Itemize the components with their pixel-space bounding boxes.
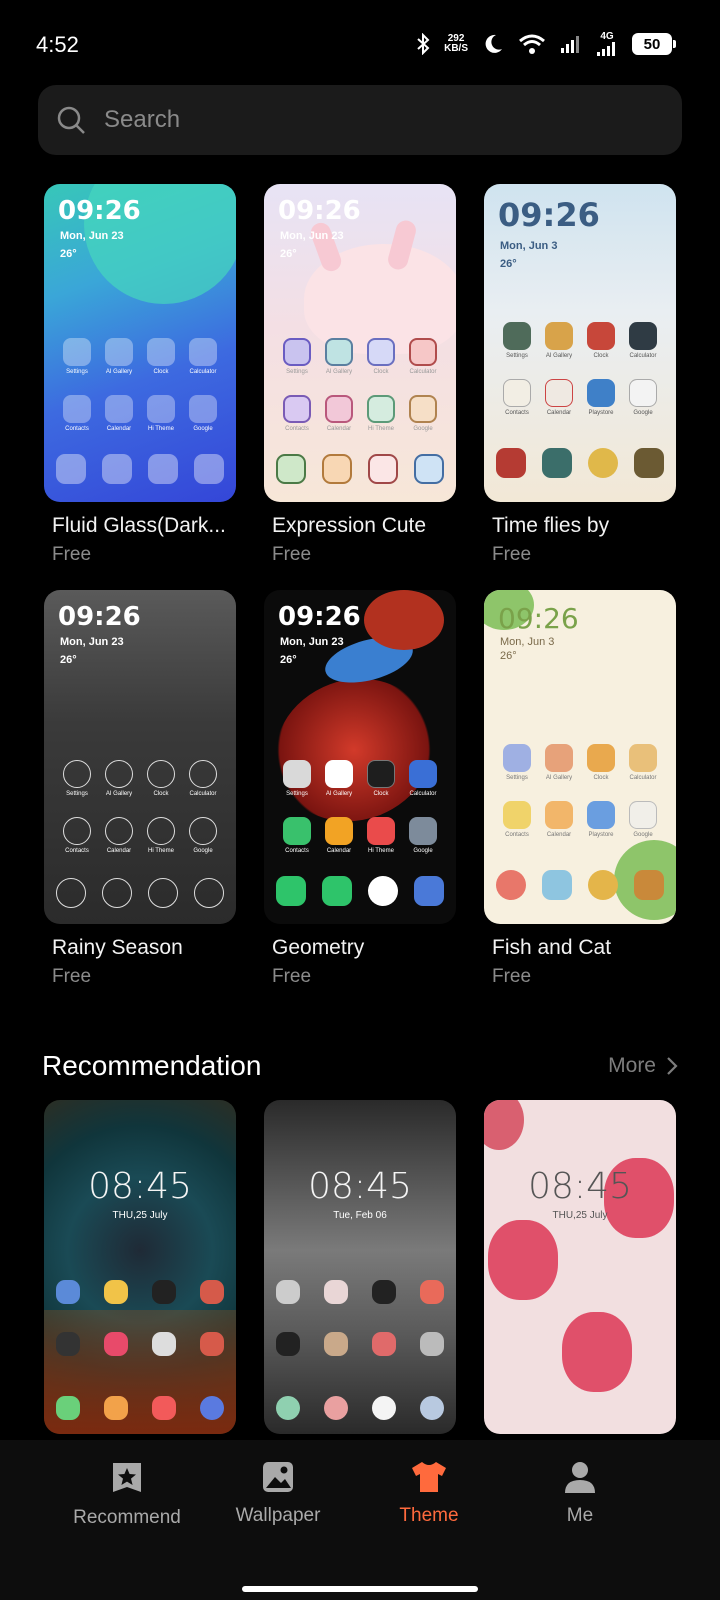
theme-name: Rainy Season — [52, 936, 183, 959]
recommended-theme-card[interactable]: 08:45 THU,25 July — [44, 1100, 236, 1434]
more-link[interactable]: More — [608, 1054, 678, 1078]
net-speed: 292 KB/S — [444, 33, 468, 54]
theme-card-rainy-season[interactable]: 09:26 Mon, Jun 23 26° Settings AI Galler… — [44, 590, 236, 988]
signal-4g-icon — [597, 42, 615, 56]
person-icon — [565, 1462, 595, 1493]
theme-name: Fluid Glass(Dark... — [52, 514, 226, 537]
recommended-theme-card[interactable]: 08:45 Tue, Feb 06 — [264, 1100, 456, 1434]
theme-card-fluid-glass[interactable]: 09:26 Mon, Jun 23 26° Settings AI Galler… — [44, 184, 236, 566]
recommendation-title: Recommendation — [42, 1050, 262, 1081]
app-grid: Settings AI Gallery Clock Calculator Con… — [276, 760, 444, 854]
theme-price: Free — [52, 966, 92, 987]
wifi-icon — [519, 34, 545, 54]
theme-thumbnail[interactable]: 09:26 Mon, Jun 23 26° Settings AI Galler… — [44, 590, 236, 924]
theme-name: Geometry — [272, 936, 365, 959]
star-badge-icon — [113, 1463, 141, 1492]
nav-recommend[interactable]: Recommend — [52, 1460, 202, 1529]
theme-thumbnail[interactable]: 08:45 THU,25 July — [44, 1100, 236, 1434]
image-icon — [263, 1462, 293, 1492]
theme-card-geometry[interactable]: 09:26 Mon, Jun 23 26° Settings AI Galler… — [264, 590, 456, 988]
recommendation-header: Recommendation More — [42, 1050, 678, 1090]
recommended-theme-card[interactable]: 08:45 THU,25 July — [484, 1100, 676, 1434]
theme-name: Expression Cute — [272, 514, 427, 537]
status-icons: 292 KB/S 4G 50 — [416, 32, 676, 56]
moon-icon — [485, 34, 502, 53]
tshirt-icon — [412, 1462, 446, 1492]
app-grid: Settings AI Gallery Clock Calculator Con… — [56, 338, 224, 432]
signal-4g: 4G — [596, 32, 618, 56]
theme-thumbnail[interactable]: 09:26 Mon, Jun 23 26° Settings AI Galler… — [264, 184, 456, 502]
recommendation-grid: 08:45 THU,25 July 08:45 Tue, Feb 06 08:4… — [44, 1100, 676, 1434]
app-grid: Settings AI Gallery Clock Calculator Con… — [276, 338, 444, 432]
theme-price: Free — [492, 966, 532, 987]
dock — [496, 870, 664, 900]
theme-thumbnail[interactable]: 09:26 Mon, Jun 23 26° Settings AI Galler… — [44, 184, 236, 502]
theme-price: Free — [52, 544, 92, 565]
search-bar[interactable]: Search — [38, 85, 682, 155]
theme-name: Fish and Cat — [492, 936, 612, 959]
search-icon — [57, 106, 85, 134]
theme-name: Time flies by — [492, 514, 610, 537]
dock — [56, 454, 224, 484]
theme-thumbnail[interactable]: 09:26 Mon, Jun 23 26° Settings AI Galler… — [264, 590, 456, 924]
theme-card-fish-and-cat[interactable]: 09:26 Mon, Jun 3 26° Settings AI Gallery… — [484, 590, 676, 988]
chevron-right-icon — [667, 1057, 678, 1075]
theme-grid-row-2: 09:26 Mon, Jun 23 26° Settings AI Galler… — [44, 590, 676, 988]
theme-grid-row-1: 09:26 Mon, Jun 23 26° Settings AI Galler… — [44, 184, 676, 566]
bottom-nav: Recommend Wallpaper Theme Me — [0, 1440, 720, 1600]
home-indicator[interactable] — [242, 1586, 478, 1592]
search-placeholder: Search — [104, 106, 181, 133]
theme-thumbnail[interactable]: 08:45 Tue, Feb 06 — [264, 1100, 456, 1434]
dock — [276, 876, 444, 906]
theme-price: Free — [492, 544, 532, 565]
theme-card-time-flies-by[interactable]: 09:26 Mon, Jun 3 26° Settings AI Gallery… — [484, 184, 676, 566]
dock — [276, 454, 444, 484]
app-grid: Settings AI Gallery Clock Calculator Con… — [56, 760, 224, 854]
theme-thumbnail[interactable]: 08:45 THU,25 July — [484, 1100, 676, 1434]
signal-icon — [561, 36, 579, 53]
dock — [496, 448, 664, 478]
app-grid: Settings AI Gallery Clock Calculator Con… — [496, 744, 664, 838]
nav-wallpaper[interactable]: Wallpaper — [203, 1460, 353, 1527]
theme-thumbnail[interactable]: 09:26 Mon, Jun 3 26° Settings AI Gallery… — [484, 184, 676, 502]
nav-me[interactable]: Me — [505, 1460, 655, 1527]
status-bar: 4:52 292 KB/S 4G 50 — [0, 0, 720, 90]
dock — [56, 878, 224, 908]
theme-price: Free — [272, 966, 312, 987]
status-time: 4:52 — [36, 32, 79, 57]
battery-indicator: 50 — [632, 33, 676, 55]
theme-card-expression-cute[interactable]: 09:26 Mon, Jun 23 26° Settings AI Galler… — [264, 184, 456, 566]
nav-theme[interactable]: Theme — [354, 1460, 504, 1527]
theme-thumbnail[interactable]: 09:26 Mon, Jun 3 26° Settings AI Gallery… — [484, 590, 676, 924]
app-grid: Settings AI Gallery Clock Calculator Con… — [496, 322, 664, 416]
theme-price: Free — [272, 544, 312, 565]
bluetooth-icon — [417, 33, 430, 55]
